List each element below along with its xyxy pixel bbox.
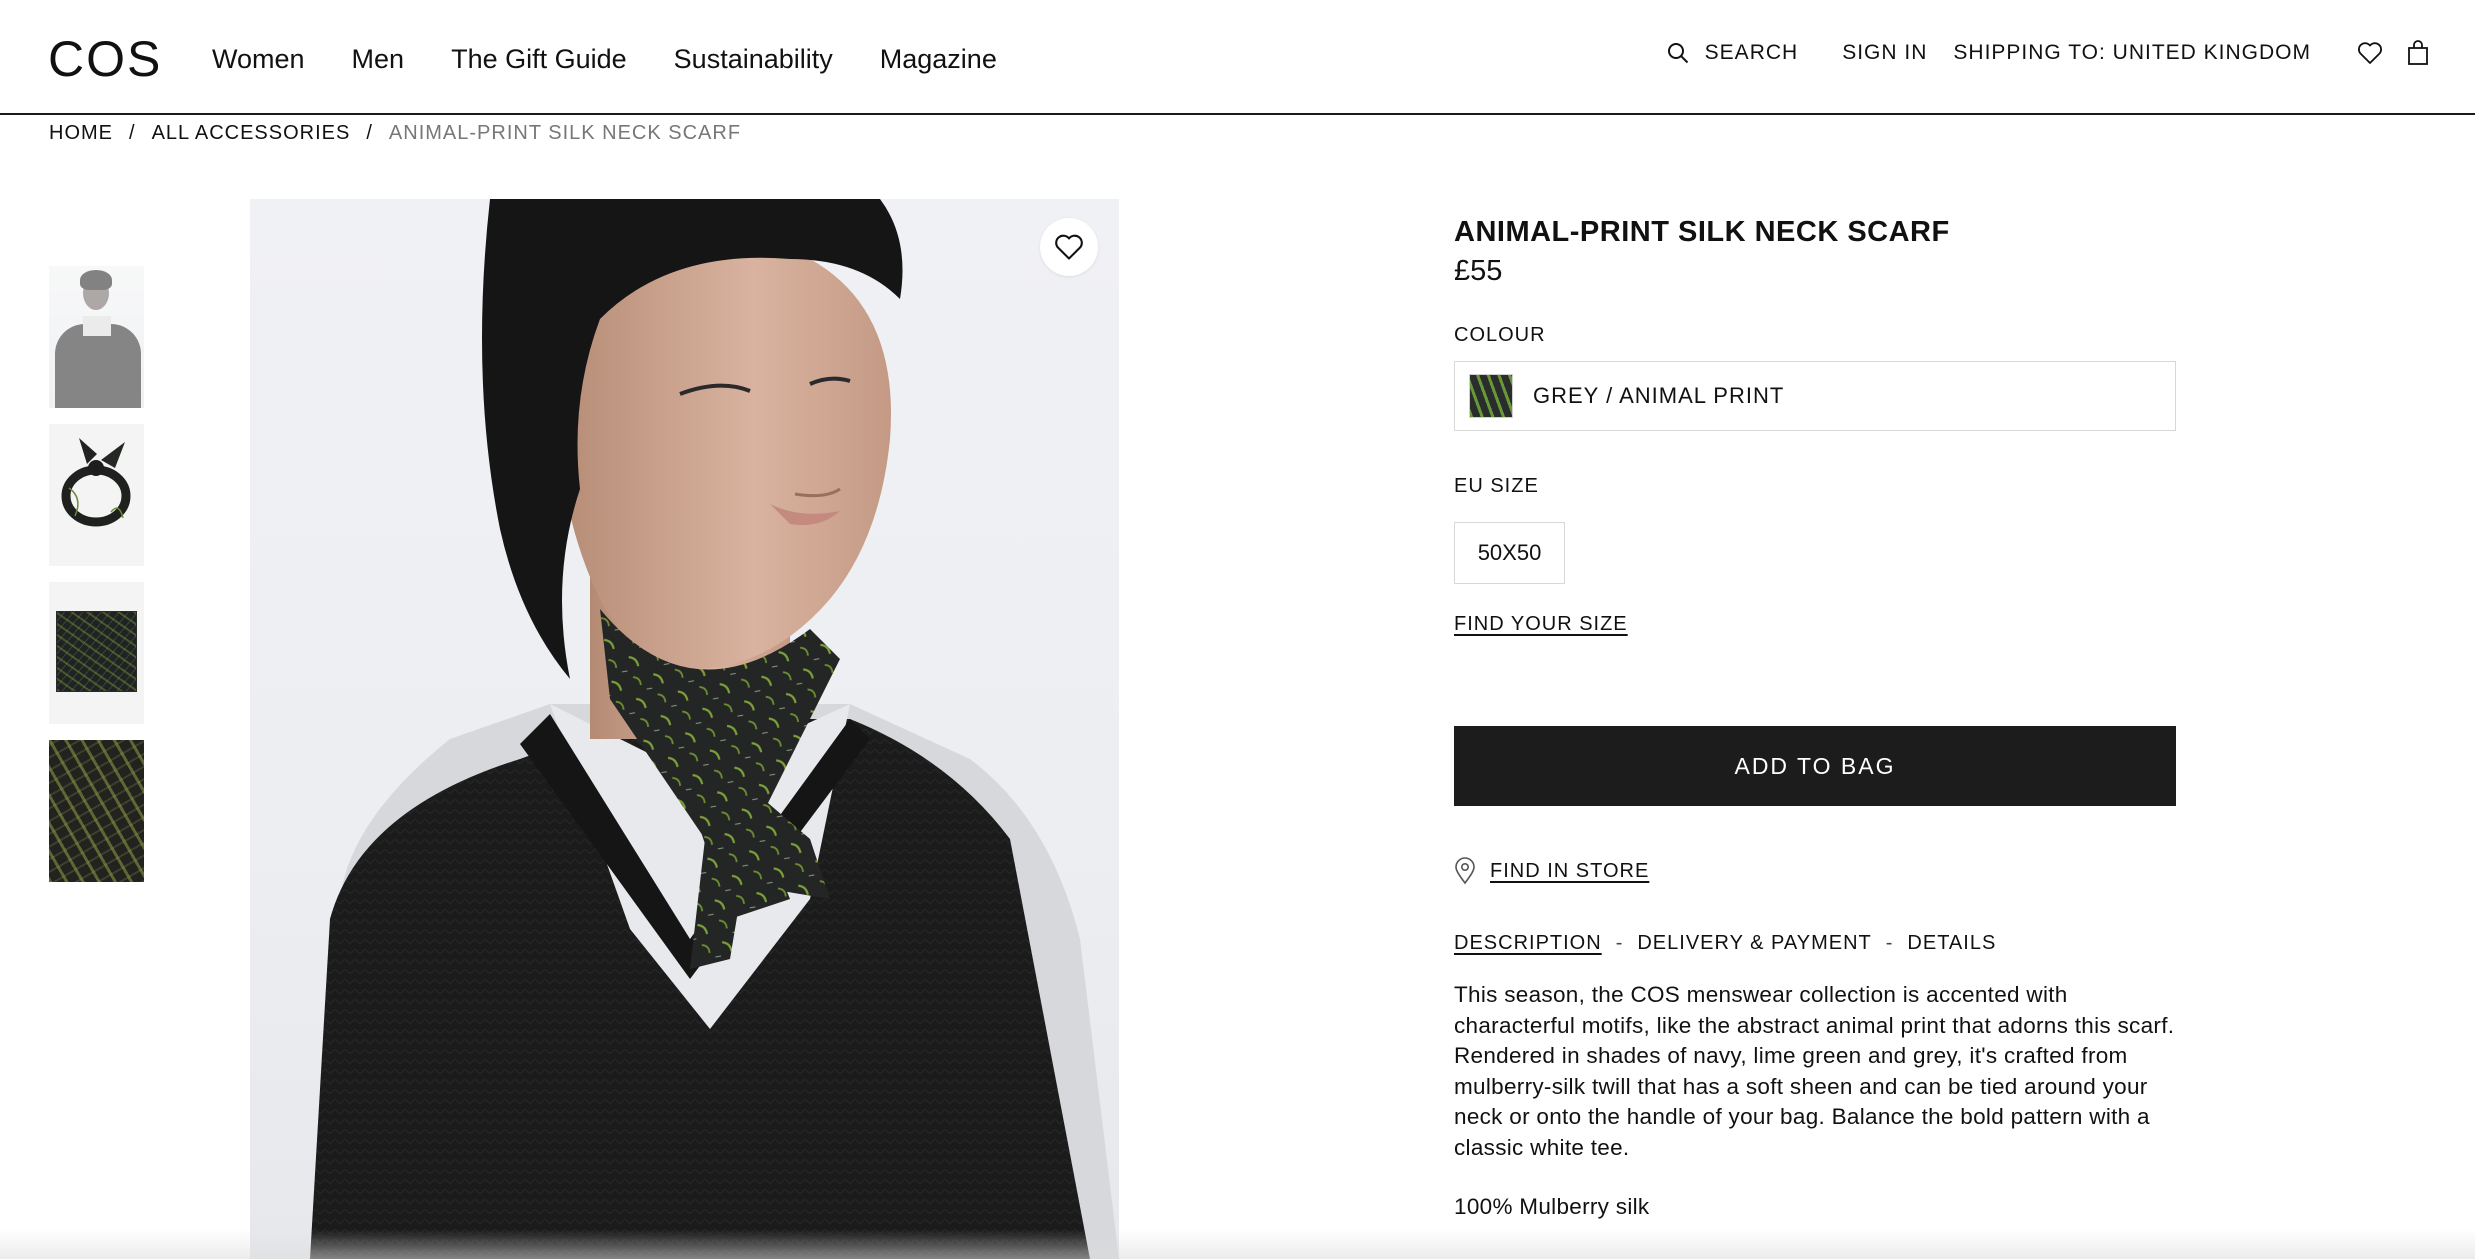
nav-women[interactable]: Women xyxy=(212,44,305,75)
size-label: EU SIZE xyxy=(1454,475,1539,497)
colour-selector[interactable]: GREY / ANIMAL PRINT xyxy=(1454,361,2176,431)
tab-details[interactable]: DETAILS xyxy=(1907,932,1996,955)
thumbnail-list xyxy=(49,266,144,898)
size-option-50x50[interactable]: 50X50 xyxy=(1454,522,1565,584)
wishlist-link[interactable] xyxy=(2357,41,2383,65)
cos-logo[interactable]: COS xyxy=(48,30,162,88)
colour-label: COLOUR xyxy=(1454,324,1546,346)
bag-icon xyxy=(2408,40,2428,65)
product-page: COS Women Men The Gift Guide Sustainabil… xyxy=(0,0,2475,1259)
tab-description[interactable]: DESCRIPTION xyxy=(1454,932,1602,955)
heart-icon xyxy=(2358,42,2382,64)
tab-divider: - xyxy=(1885,932,1894,954)
main-nav: Women Men The Gift Guide Sustainability … xyxy=(212,44,997,75)
nav-sustainability[interactable]: Sustainability xyxy=(674,44,833,75)
info-tabs: DESCRIPTION - DELIVERY & PAYMENT - DETAI… xyxy=(1454,932,1996,955)
breadcrumb-separator: / xyxy=(129,122,136,144)
nav-men[interactable]: Men xyxy=(352,44,405,75)
breadcrumb-home[interactable]: HOME xyxy=(49,122,113,145)
breadcrumb-separator: / xyxy=(366,122,373,144)
main-product-image[interactable] xyxy=(250,199,1119,1259)
heart-icon xyxy=(1055,234,1083,260)
add-to-bag-button[interactable]: ADD TO BAG xyxy=(1454,726,2176,806)
breadcrumb-all-accessories[interactable]: ALL ACCESSORIES xyxy=(152,122,351,145)
product-price: £55 xyxy=(1454,255,1503,287)
find-in-store-label: FIND IN STORE xyxy=(1490,859,1650,882)
shipping-selector[interactable]: SHIPPING TO: UNITED KINGDOM xyxy=(1953,41,2311,65)
find-in-store-link[interactable]: FIND IN STORE xyxy=(1454,857,1649,885)
search-label: SEARCH xyxy=(1704,41,1799,64)
image-wishlist-button[interactable] xyxy=(1040,218,1098,276)
product-description: This season, the COS menswear collection… xyxy=(1454,982,2175,1160)
nav-magazine[interactable]: Magazine xyxy=(880,44,997,75)
bag-link[interactable] xyxy=(2407,40,2429,66)
product-material: 100% Mulberry silk xyxy=(1454,1194,1650,1219)
product-info: ANIMAL-PRINT SILK NECK SCARF £55 COLOUR … xyxy=(1454,216,2176,1219)
breadcrumb-current: ANIMAL-PRINT SILK NECK SCARF xyxy=(388,122,742,144)
location-pin-icon xyxy=(1455,857,1475,885)
product-title: ANIMAL-PRINT SILK NECK SCARF xyxy=(1454,216,1950,248)
utility-nav: SEARCH SIGN IN SHIPPING TO: UNITED KINGD… xyxy=(1667,40,2429,66)
thumbnail-flat[interactable] xyxy=(49,582,144,724)
find-your-size-link[interactable]: FIND YOUR SIZE xyxy=(1454,613,1628,636)
tab-divider: - xyxy=(1615,932,1624,954)
thumbnail-knot[interactable] xyxy=(49,424,144,566)
thumbnail-model[interactable] xyxy=(49,266,144,408)
tab-delivery-payment[interactable]: DELIVERY & PAYMENT xyxy=(1637,932,1871,955)
breadcrumb: HOME / ALL ACCESSORIES / ANIMAL-PRINT SI… xyxy=(49,122,741,145)
nav-gift-guide[interactable]: The Gift Guide xyxy=(451,44,627,75)
site-header: COS Women Men The Gift Guide Sustainabil… xyxy=(0,0,2475,115)
sign-in-link[interactable]: SIGN IN xyxy=(1842,41,1927,65)
search-button[interactable]: SEARCH xyxy=(1667,41,1799,65)
search-icon xyxy=(1667,43,1688,64)
colour-value: GREY / ANIMAL PRINT xyxy=(1533,383,1785,408)
colour-swatch xyxy=(1469,374,1513,418)
thumbnail-print-closeup[interactable] xyxy=(49,740,144,882)
